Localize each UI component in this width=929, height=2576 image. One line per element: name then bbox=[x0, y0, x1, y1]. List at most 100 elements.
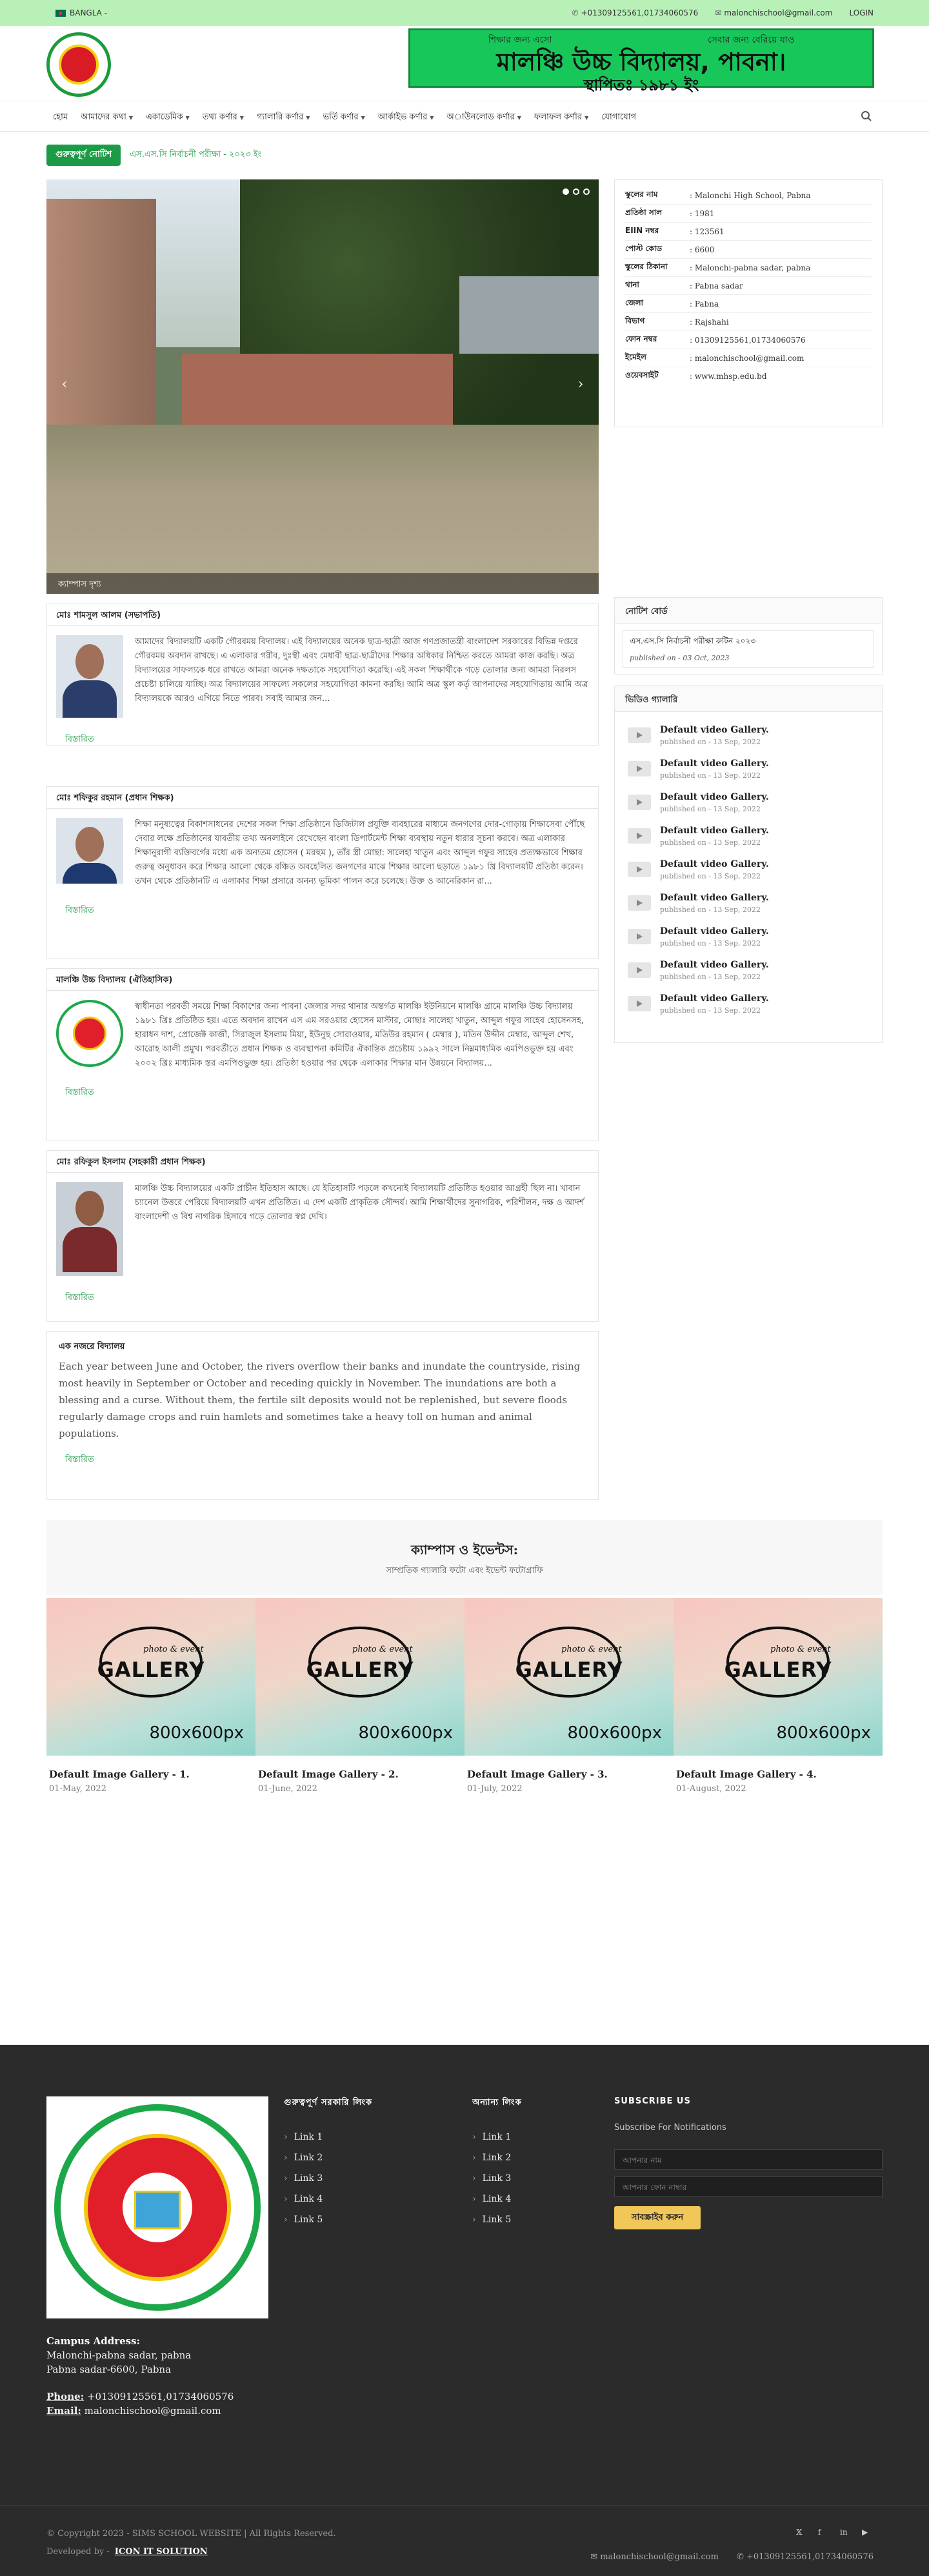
facebook-icon[interactable]: f bbox=[818, 2528, 827, 2537]
gallery-image-word: GALLERY bbox=[724, 1658, 832, 1682]
video-item[interactable]: Default video Gallery. published on - 13 … bbox=[615, 953, 882, 987]
video-item[interactable]: Default video Gallery. published on - 13 … bbox=[615, 718, 882, 752]
gallery-item-title[interactable]: Default Image Gallery - 1. bbox=[49, 1769, 253, 1780]
footer-bottom-email[interactable]: ✉ malonchischool@gmail.com bbox=[590, 2552, 719, 2562]
read-more-link[interactable]: বিস্তারিত bbox=[65, 733, 580, 747]
gallery-image-tagline: photo & event bbox=[770, 1645, 831, 1654]
footer-link[interactable]: › Link 4 bbox=[284, 2189, 372, 2209]
read-more-link[interactable]: বিস্তারিত bbox=[65, 904, 580, 918]
top-phone[interactable]: ✆ +01309125561,01734060576 bbox=[572, 8, 698, 17]
gov-links-title: গুরুত্বপূর্ণ সরকারি লিংক bbox=[284, 2098, 373, 2107]
slider-next-icon[interactable]: › bbox=[573, 376, 588, 392]
footer-link[interactable]: › Link 2 bbox=[284, 2147, 372, 2168]
info-value: : 6600 bbox=[690, 245, 715, 254]
gallery-item-title[interactable]: Default Image Gallery - 3. bbox=[467, 1769, 671, 1780]
read-more-link[interactable]: বিস্তারিত bbox=[65, 1454, 580, 1467]
nav-item[interactable]: ভর্তি কর্ণার ▼ bbox=[323, 111, 365, 125]
nav-item[interactable]: গ্যালারি কর্ণার ▼ bbox=[257, 111, 310, 125]
gallery-item-title[interactable]: Default Image Gallery - 2. bbox=[258, 1769, 462, 1780]
nav-item-label: আমাদের কথা bbox=[81, 112, 126, 122]
subscribe-column: SUBSCRIBE US Subscribe For Notifications… bbox=[614, 2096, 883, 2229]
footer-link[interactable]: › Link 3 bbox=[472, 2168, 522, 2189]
video-title: Default video Gallery. bbox=[660, 993, 769, 1004]
gallery-image[interactable]: photo & event GALLERY 800x600px bbox=[674, 1598, 883, 1756]
nav-item[interactable]: হোম bbox=[53, 111, 68, 125]
slider-dot[interactable] bbox=[583, 188, 590, 195]
school-logo[interactable] bbox=[46, 32, 111, 97]
play-icon bbox=[628, 761, 651, 776]
video-item[interactable]: Default video Gallery. published on - 13 … bbox=[615, 920, 882, 953]
gallery-item-title[interactable]: Default Image Gallery - 4. bbox=[676, 1769, 880, 1780]
footer-link[interactable]: › Link 1 bbox=[472, 2127, 522, 2147]
twitter-icon[interactable]: 𝕏 bbox=[796, 2528, 805, 2537]
language-selector[interactable]: BANGLA - bbox=[55, 8, 107, 17]
footer-link[interactable]: › Link 2 bbox=[472, 2147, 522, 2168]
gallery-image[interactable]: photo & event GALLERY 800x600px bbox=[46, 1598, 255, 1756]
video-date: published on - 13 Sep, 2022 bbox=[660, 737, 761, 746]
info-value: : www.mhsp.edu.bd bbox=[690, 372, 767, 381]
linkedin-icon[interactable]: in bbox=[840, 2528, 849, 2537]
video-item[interactable]: Default video Gallery. published on - 13 … bbox=[615, 786, 882, 819]
developer-link[interactable]: ICON IT SOLUTION bbox=[115, 2547, 208, 2557]
info-key: প্রতিষ্ঠা সাল bbox=[625, 207, 663, 217]
footer-link-label: Link 3 bbox=[482, 2173, 512, 2184]
nav-item-label: অাউনলোড কর্ণার bbox=[446, 112, 515, 122]
footer-link-label: Link 1 bbox=[482, 2132, 512, 2142]
footer-bottom-phone[interactable]: ✆ +01309125561,01734060576 bbox=[737, 2552, 874, 2562]
read-more-link[interactable]: বিস্তারিত bbox=[65, 1086, 580, 1100]
nav-item[interactable]: যোগাযোগ bbox=[601, 111, 636, 125]
top-email[interactable]: ✉ malonchischool@gmail.com bbox=[715, 8, 832, 17]
play-icon bbox=[628, 828, 651, 844]
card-title: মোঃ রফিকুল ইসলাম (সহকারী প্রধান শিক্ষক) bbox=[47, 1151, 598, 1173]
slider-prev-icon[interactable]: ‹ bbox=[57, 376, 72, 392]
subscribe-phone-input[interactable]: আপনার ফোন নাম্বার bbox=[614, 2176, 883, 2197]
chevron-right-icon: › bbox=[284, 2132, 288, 2142]
card-title: মালঞ্চি উচ্চ বিদ্যালয় (ঐতিহাসিক) bbox=[47, 969, 598, 991]
notice-item[interactable]: এস.এস.সি নির্বাচনী পরীক্ষা রুটিন ২০২৩ pu… bbox=[623, 630, 874, 668]
school-banner: শিক্ষার জন্য এসো সেবার জন্য বেরিয়ে যাও ম… bbox=[408, 28, 874, 94]
footer-link[interactable]: › Link 5 bbox=[472, 2209, 522, 2230]
nav-item[interactable]: তথ্য কর্ণার ▼ bbox=[203, 111, 244, 125]
assistant-head-photo bbox=[56, 1182, 123, 1276]
campus-line-2: Pabna sadar-6600, Pabna bbox=[46, 2364, 172, 2375]
notice-text[interactable]: এস.এস.সি নির্বাচনী পরীক্ষা - ২০২৩ ইং bbox=[130, 148, 261, 162]
footer-link[interactable]: › Link 3 bbox=[284, 2168, 372, 2189]
nav-item-label: ফলাফল কর্ণার bbox=[534, 112, 583, 122]
video-item[interactable]: Default video Gallery. published on - 13 … bbox=[615, 853, 882, 886]
subscribe-name-input[interactable]: আপনার নাম bbox=[614, 2149, 883, 2170]
login-link[interactable]: LOGIN bbox=[849, 8, 874, 17]
video-item[interactable]: Default video Gallery. published on - 13 … bbox=[615, 819, 882, 853]
chevron-right-icon: › bbox=[472, 2173, 476, 2184]
slider-dot[interactable] bbox=[573, 188, 579, 195]
gallery-image[interactable]: photo & event GALLERY 800x600px bbox=[464, 1598, 674, 1756]
video-item[interactable]: Default video Gallery. published on - 13 … bbox=[615, 752, 882, 786]
footer-phone[interactable]: +01309125561,01734060576 bbox=[84, 2391, 234, 2402]
banner-motto-left: শিক্ষার জন্য এসো bbox=[488, 35, 552, 45]
slider-dot[interactable] bbox=[563, 188, 569, 195]
gallery-item[interactable]: photo & event GALLERY 800x600px Default Ima… bbox=[255, 1598, 464, 1794]
info-row: স্কুলের ঠিকানা: Malonchi-pabna sadar, pa… bbox=[625, 259, 872, 277]
gallery-item[interactable]: photo & event GALLERY 800x600px Default Ima… bbox=[46, 1598, 255, 1794]
nav-item[interactable]: আর্কাইভ কর্ণার ▼ bbox=[378, 111, 434, 125]
search-icon[interactable] bbox=[861, 110, 872, 122]
gallery-item[interactable]: photo & event GALLERY 800x600px Default Ima… bbox=[464, 1598, 674, 1794]
gallery-image[interactable]: photo & event GALLERY 800x600px bbox=[255, 1598, 464, 1756]
footer-link[interactable]: › Link 5 bbox=[284, 2209, 372, 2230]
footer-link[interactable]: › Link 4 bbox=[472, 2189, 522, 2209]
subscribe-button[interactable]: সাবস্ক্রাইব করুন bbox=[614, 2206, 701, 2229]
footer-email[interactable]: malonchischool@gmail.com bbox=[81, 2405, 221, 2417]
nav-item-label: গ্যালারি কর্ণার bbox=[256, 112, 304, 122]
gallery-image-size: 800x600px bbox=[567, 1723, 662, 1743]
nav-item[interactable]: আমাদের কথা ▼ bbox=[81, 111, 133, 125]
footer-link[interactable]: › Link 1 bbox=[284, 2127, 372, 2147]
read-more-link[interactable]: বিস্তারিত bbox=[65, 1292, 580, 1305]
video-item[interactable]: Default video Gallery. published on - 13 … bbox=[615, 987, 882, 1020]
video-item[interactable]: Default video Gallery. published on - 13 … bbox=[615, 886, 882, 920]
nav-item[interactable]: ফলাফল কর্ণার ▼ bbox=[534, 111, 588, 125]
nav-item[interactable]: একাডেমিক ▼ bbox=[146, 111, 190, 125]
nav-item[interactable]: অাউনলোড কর্ণার ▼ bbox=[446, 111, 521, 125]
youtube-icon[interactable]: ▶ bbox=[862, 2528, 871, 2537]
gallery-item[interactable]: photo & event GALLERY 800x600px Default Ima… bbox=[674, 1598, 883, 1794]
mail-icon: ✉ bbox=[715, 8, 722, 17]
footer-logo[interactable] bbox=[46, 2096, 268, 2318]
